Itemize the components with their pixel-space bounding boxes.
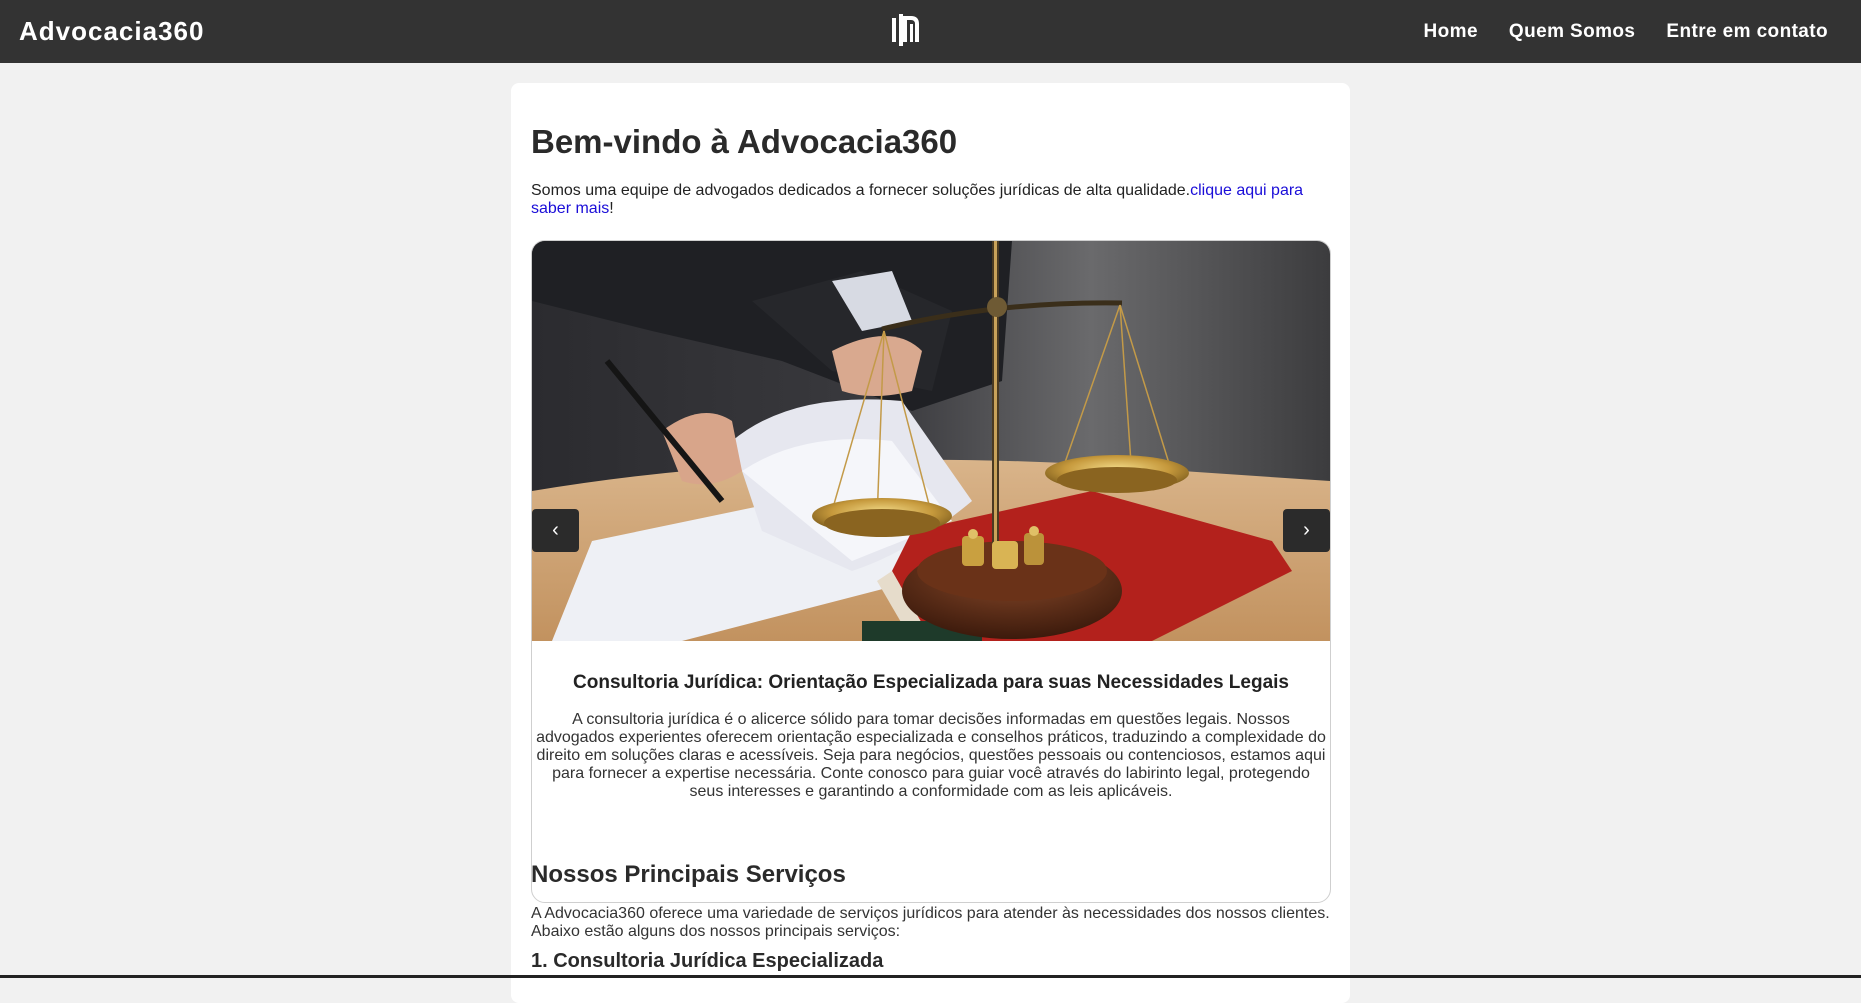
page-title: Bem-vindo à Advocacia360 <box>531 123 958 160</box>
nav-contato[interactable]: Entre em contato <box>1666 21 1828 43</box>
intro-text: Somos uma equipe de advogados dedicados … <box>531 182 1191 199</box>
service-item-title: 1. Consultoria Jurídica Especializada <box>531 950 884 972</box>
main-nav: Home Quem Somos Entre em contato <box>1424 0 1828 63</box>
intro-paragraph: Somos uma equipe de advogados dedicados … <box>531 182 1331 218</box>
intro-suffix: ! <box>609 200 614 217</box>
carousel-next-button[interactable]: › <box>1283 509 1330 552</box>
services-section-title: Nossos Principais Serviços <box>531 861 846 888</box>
services-carousel: ‹ › Consultoria Jurídica: Orientação Esp… <box>531 240 1331 903</box>
slide-description: A consultoria jurídica é o alicerce sóli… <box>536 711 1326 800</box>
slide-title: Consultoria Jurídica: Orientação Especia… <box>573 672 1289 693</box>
brand-name[interactable]: Advocacia360 <box>19 0 204 63</box>
carousel-prev-button[interactable]: ‹ <box>532 509 579 552</box>
slide-image-justice-scale <box>532 241 1330 641</box>
nav-quem-somos[interactable]: Quem Somos <box>1509 21 1635 43</box>
law-firm-logo-icon[interactable] <box>889 10 923 50</box>
top-navbar: Advocacia360 Home Quem Somos Entre em co… <box>0 0 1861 63</box>
nav-home[interactable]: Home <box>1424 21 1478 43</box>
main-content-card: Bem-vindo à Advocacia360 Somos uma equip… <box>511 83 1350 1003</box>
services-intro: A Advocacia360 oferece uma variedade de … <box>531 905 1330 940</box>
